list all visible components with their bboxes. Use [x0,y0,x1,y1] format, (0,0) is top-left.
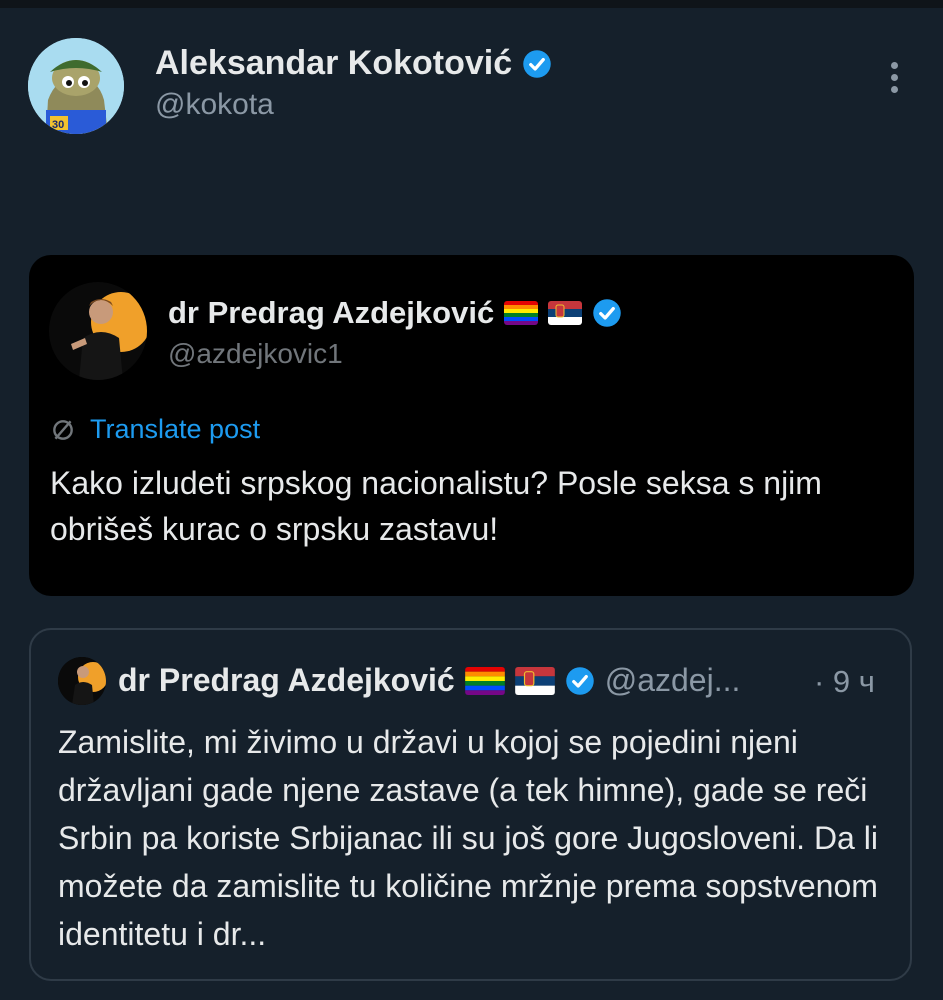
top-bar [0,0,943,8]
quoted-author-name-row[interactable]: dr Predrag Azdejković [168,295,622,331]
quoted-post-text: Kako izludeti srpskog nacionalistu? Posl… [50,465,822,547]
serbia-flag-icon [514,666,555,695]
author-handle[interactable]: @kokota [155,88,274,122]
nested-quote-author-name[interactable]: dr Predrag Azdejković [118,662,455,699]
quoted-author-handle[interactable]: @azdejkovic1 [168,338,343,370]
translate-label[interactable]: Translate post [90,414,260,445]
avatar-number: 30 [52,119,64,131]
nested-quote-header[interactable]: dr Predrag Azdejković @azdej... [118,662,740,699]
verified-badge-icon [565,666,594,695]
quoted-author-name[interactable]: dr Predrag Azdejković [168,295,494,331]
nested-quote-avatar[interactable] [58,657,106,705]
nested-quote-text: Zamislite, mi živimo u državi u kojoj se… [58,724,878,952]
nested-quote-timestamp[interactable]: · 9 ч [814,664,875,700]
author-name-row[interactable]: Aleksandar Kokotović [155,44,552,83]
nested-quote-author-handle[interactable]: @azdej... [605,662,741,699]
serbia-flag-icon [548,301,583,325]
author-avatar[interactable]: 30 [28,38,124,134]
quoted-author-avatar[interactable] [49,282,147,380]
translate-icon [53,419,73,440]
pride-flag-icon [504,301,539,325]
more-options-icon[interactable] [880,58,910,98]
pride-flag-icon [464,666,505,695]
verified-badge-icon [523,49,551,78]
translate-post-button[interactable]: Translate post [50,414,260,445]
author-name[interactable]: Aleksandar Kokotović [155,44,512,83]
verified-badge-icon [593,299,621,327]
